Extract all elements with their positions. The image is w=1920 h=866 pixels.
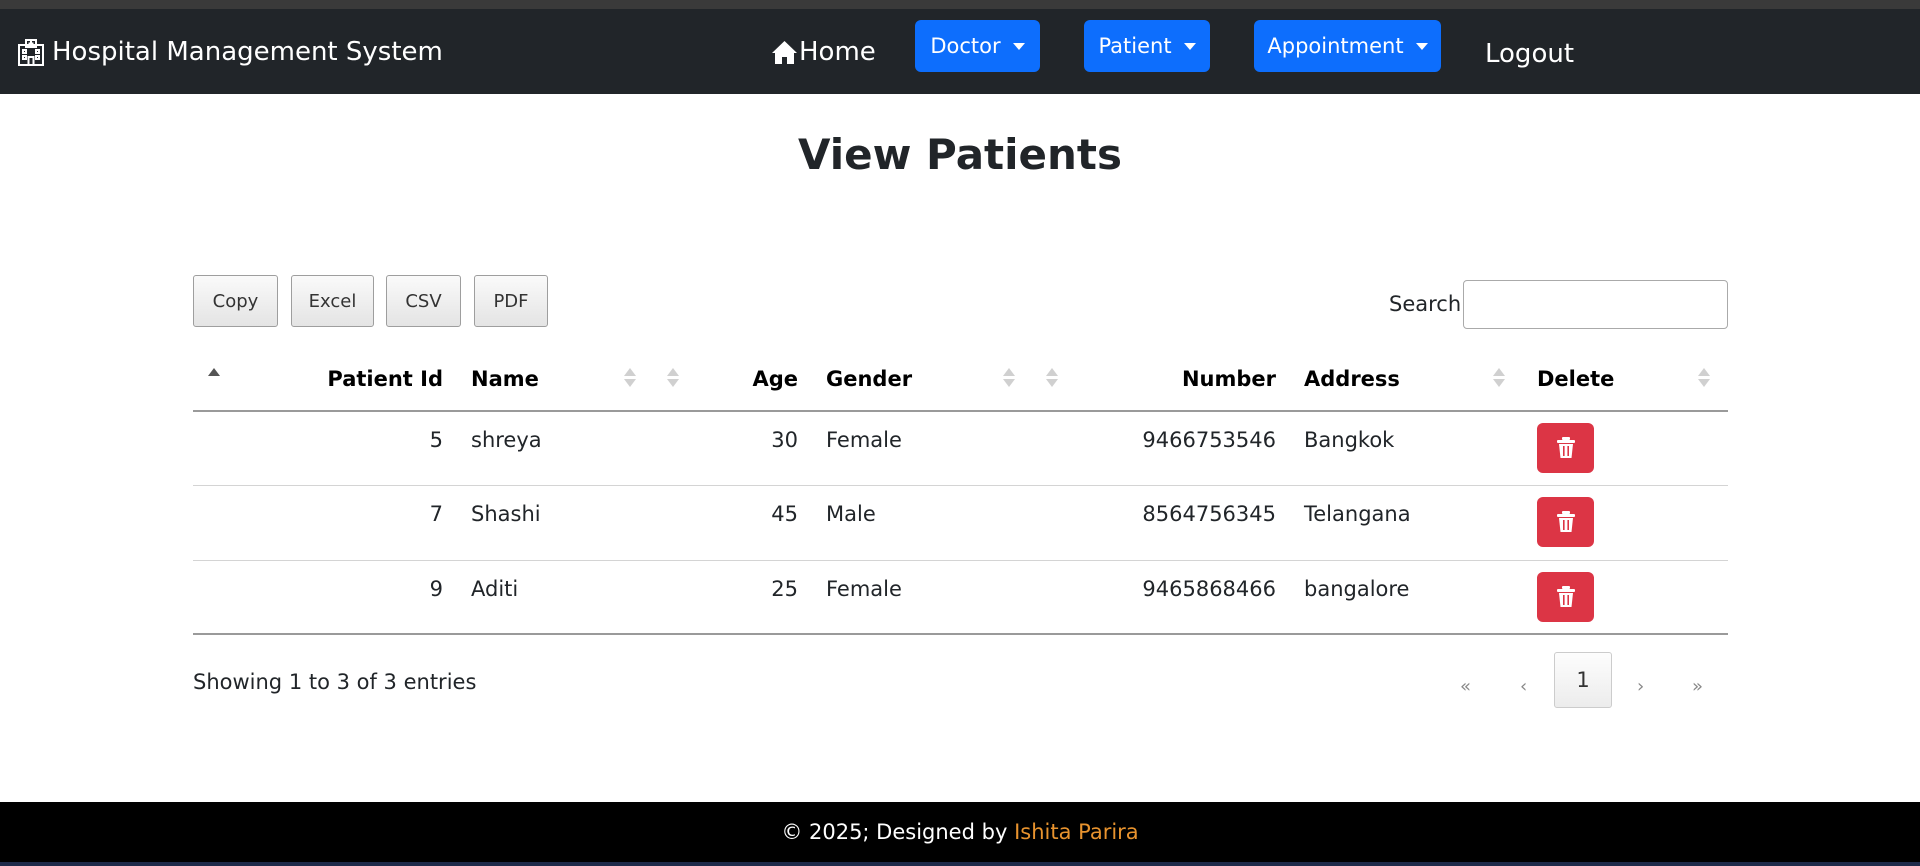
age-cell: 25 — [771, 577, 798, 601]
row-divider — [193, 485, 1728, 486]
home-icon — [772, 40, 797, 64]
chevron-down-icon — [1012, 42, 1025, 50]
sort-address-icon[interactable] — [1493, 368, 1505, 387]
column-header-name[interactable]: Name — [471, 367, 621, 391]
pdf-button[interactable]: PDF — [474, 275, 548, 327]
patient-id-cell: 7 — [429, 502, 443, 526]
logout-link[interactable]: Logout — [1485, 39, 1574, 69]
name-cell: shreya — [471, 428, 542, 452]
address-cell: Telangana — [1304, 502, 1411, 526]
excel-button[interactable]: Excel — [291, 275, 374, 327]
number-cell: 9465868466 — [1142, 577, 1276, 601]
age-cell: 30 — [771, 428, 798, 452]
window-bottom-strip — [0, 862, 1920, 866]
chevron-down-icon — [1415, 42, 1428, 50]
sort-name-icon[interactable] — [624, 368, 636, 387]
page-title: View Patients — [797, 130, 1122, 179]
name-cell: Shashi — [471, 502, 541, 526]
gender-cell: Female — [826, 428, 902, 452]
patient-id-cell: 5 — [429, 428, 443, 452]
column-header-delete[interactable]: Delete — [1537, 367, 1687, 391]
nav-home-link[interactable]: Home — [771, 37, 876, 67]
age-cell: 45 — [771, 502, 798, 526]
sort-age-icon[interactable] — [667, 368, 679, 387]
appointment-dropdown-button[interactable]: Appointment — [1254, 20, 1441, 72]
address-cell: Bangkok — [1304, 428, 1395, 452]
name-cell: Aditi — [471, 577, 519, 601]
pagination-page-1[interactable]: 1 — [1554, 652, 1612, 708]
column-header-gender[interactable]: Gender — [826, 367, 996, 391]
trash-icon — [1556, 511, 1575, 532]
patient-dropdown-button[interactable]: Patient — [1084, 20, 1210, 72]
gender-cell: Female — [826, 577, 902, 601]
search-input[interactable] — [1463, 280, 1728, 329]
table-bottom-divider — [193, 633, 1728, 635]
csv-button[interactable]: CSV — [386, 275, 461, 327]
pagination-next[interactable]: › — [1637, 676, 1644, 697]
column-header-number[interactable]: Number — [1080, 367, 1276, 391]
sort-delete-icon[interactable] — [1698, 368, 1710, 387]
patient-dropdown-label: Patient — [1098, 34, 1172, 58]
doctor-dropdown-label: Doctor — [930, 34, 1001, 58]
delete-button[interactable] — [1537, 497, 1594, 547]
gender-cell: Male — [826, 502, 876, 526]
table-header-divider — [193, 410, 1728, 412]
pagination-previous[interactable]: ‹ — [1520, 676, 1527, 697]
number-cell: 8564756345 — [1142, 502, 1276, 526]
pagination-last[interactable]: » — [1692, 676, 1703, 697]
sort-number-icon[interactable] — [1046, 368, 1058, 387]
brand-title: Hospital Management System — [52, 37, 443, 67]
address-cell: bangalore — [1304, 577, 1410, 601]
search-label: Search: — [1389, 292, 1469, 316]
copy-button[interactable]: Copy — [193, 275, 278, 327]
delete-button[interactable] — [1537, 423, 1594, 473]
sort-gender-icon[interactable] — [1003, 368, 1015, 387]
footer: © 2025; Designed by Ishita Parira — [0, 802, 1920, 862]
hospital-icon — [18, 39, 44, 66]
delete-button[interactable] — [1537, 572, 1594, 622]
chevron-down-icon — [1183, 42, 1196, 50]
trash-icon — [1556, 586, 1575, 607]
brand[interactable]: Hospital Management System — [16, 37, 443, 67]
nav-home-label: Home — [799, 37, 876, 67]
appointment-dropdown-label: Appointment — [1267, 34, 1404, 58]
table-info: Showing 1 to 3 of 3 entries — [193, 670, 477, 694]
pagination-first[interactable]: « — [1460, 676, 1471, 697]
column-header-patient-id[interactable]: Patient Id — [260, 367, 443, 391]
footer-author-link[interactable]: Ishita Parira — [1014, 820, 1139, 844]
doctor-dropdown-button[interactable]: Doctor — [915, 20, 1040, 72]
footer-text: © 2025; Designed by — [781, 820, 1008, 844]
row-divider — [193, 560, 1728, 561]
column-header-age[interactable]: Age — [700, 367, 798, 391]
column-header-address[interactable]: Address — [1304, 367, 1484, 391]
trash-icon — [1556, 437, 1575, 458]
window-top-strip — [0, 0, 1920, 9]
patient-id-cell: 9 — [429, 577, 443, 601]
navbar: Hospital Management System Home Doctor P… — [0, 9, 1920, 94]
number-cell: 9466753546 — [1142, 428, 1276, 452]
sort-toggle-icon[interactable] — [208, 368, 220, 379]
